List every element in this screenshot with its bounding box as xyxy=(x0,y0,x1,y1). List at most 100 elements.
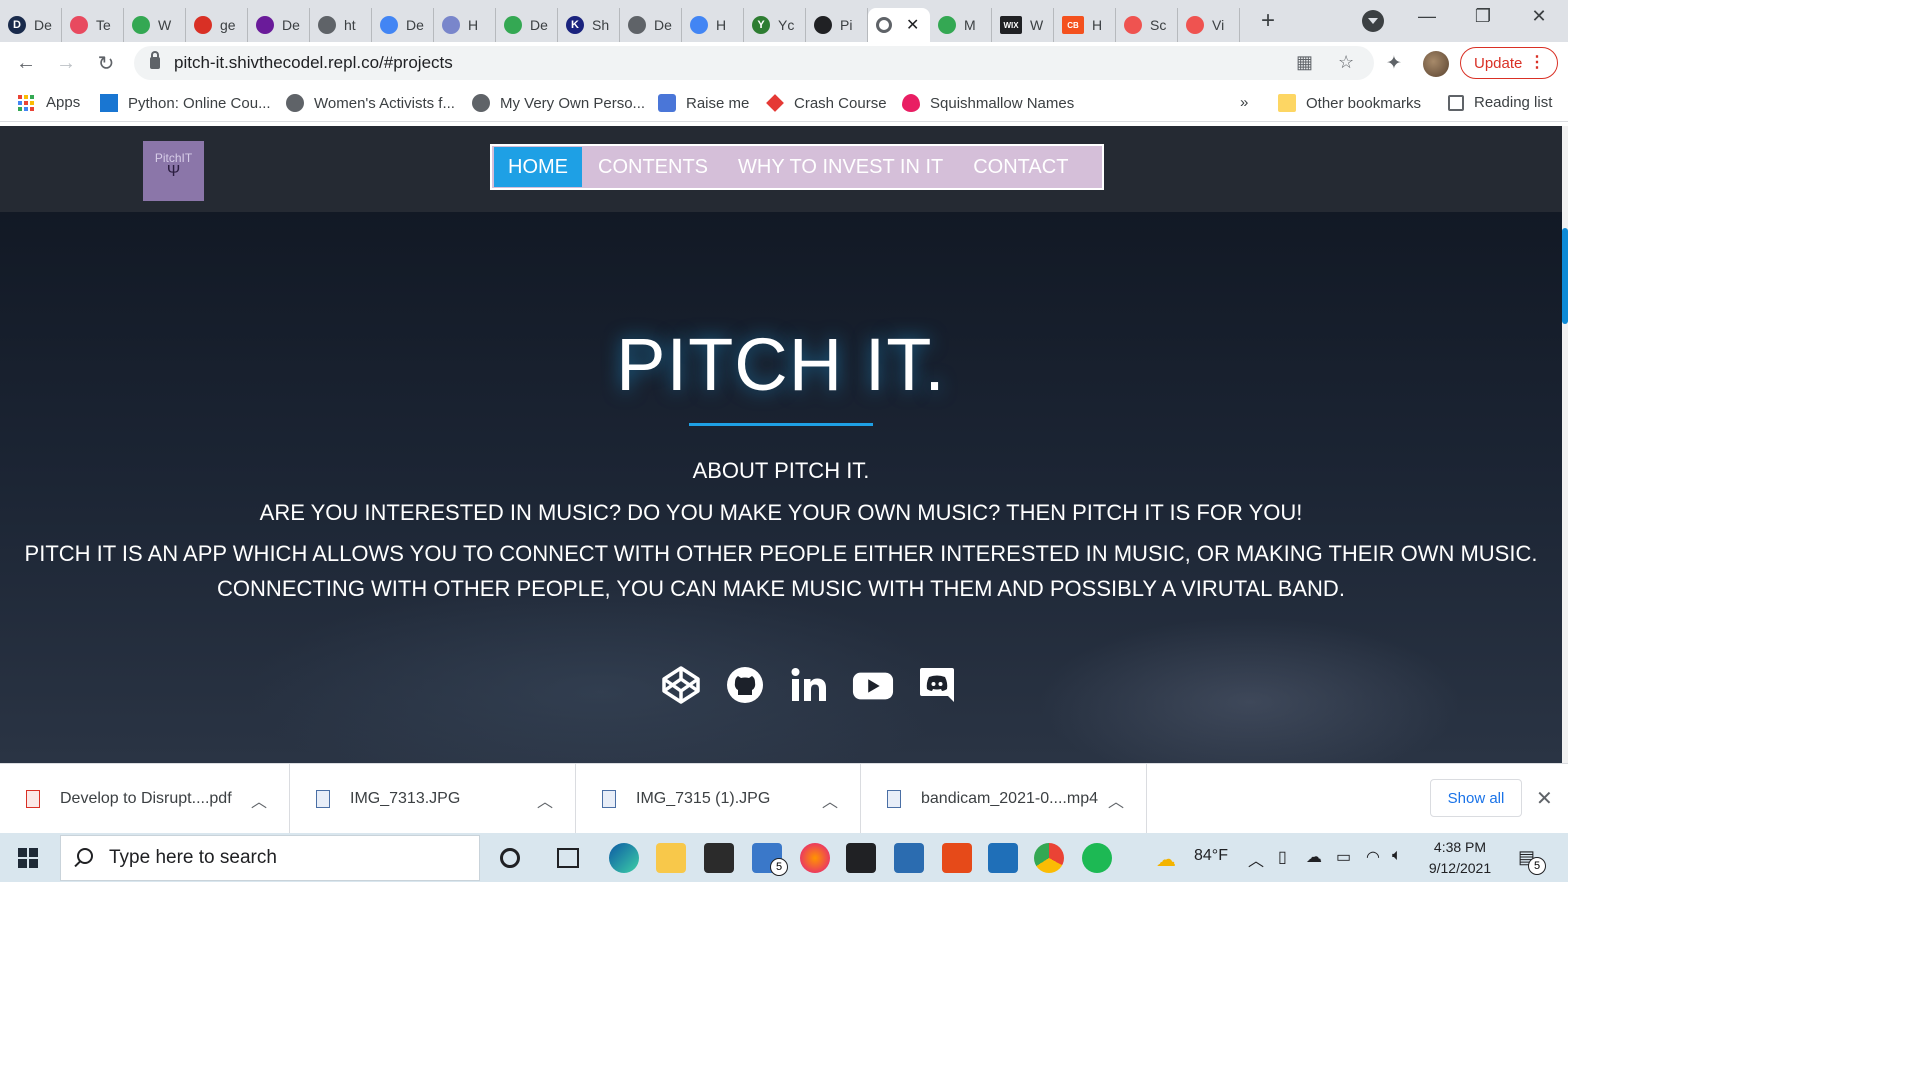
download-item-img-7313[interactable]: IMG_7313.JPG ︿ xyxy=(290,764,576,834)
office-icon[interactable] xyxy=(942,843,972,873)
minimize-button[interactable]: — xyxy=(1404,6,1450,27)
reading-list[interactable]: Reading list xyxy=(1448,94,1552,111)
taskbar-search-box[interactable]: Type here to search xyxy=(60,835,480,881)
close-tab-icon[interactable]: ✕ xyxy=(906,15,919,35)
address-bar[interactable]: pitch-it.shivthecodel.repl.co/#projects … xyxy=(134,46,1374,80)
dropbox-icon[interactable] xyxy=(846,843,876,873)
chevron-up-icon[interactable]: ︿ xyxy=(251,788,267,812)
download-item-video[interactable]: bandicam_2021-0....mp4 ︿ xyxy=(861,764,1147,834)
after-tab-3[interactable]: Sc xyxy=(1116,8,1178,42)
chevron-up-icon[interactable]: ︿ xyxy=(822,788,838,812)
tab-favicon-icon xyxy=(628,16,646,34)
bookmark-crash-course[interactable]: Crash Course xyxy=(766,94,887,112)
github-icon[interactable] xyxy=(724,664,766,706)
cortana-icon[interactable] xyxy=(500,848,520,868)
bookmarks-overflow[interactable]: » xyxy=(1240,94,1248,111)
download-filename: bandicam_2021-0....mp4 xyxy=(921,790,1098,807)
bookmark-my-very-own[interactable]: My Very Own Perso... xyxy=(472,94,645,112)
onedrive-icon[interactable]: ☁ xyxy=(1306,847,1322,867)
bookmark-star-icon[interactable]: ☆ xyxy=(1338,52,1354,73)
wifi-icon[interactable]: ◠ xyxy=(1366,847,1380,867)
after-tab-2[interactable]: CB H xyxy=(1054,8,1116,42)
device-icon[interactable]: ▯ xyxy=(1278,847,1287,867)
before-tab-9[interactable]: K Sh xyxy=(558,8,620,42)
photos-icon[interactable] xyxy=(988,843,1018,873)
scrollbar-thumb[interactable] xyxy=(1562,228,1568,324)
download-item-pdf[interactable]: Develop to Disrupt....pdf ︿ xyxy=(0,764,290,834)
nav-home[interactable]: HOME xyxy=(494,147,582,187)
before-tab-13[interactable]: Pi xyxy=(806,8,868,42)
show-all-button[interactable]: Show all xyxy=(1430,779,1522,817)
close-downloads-icon[interactable]: ✕ xyxy=(1536,786,1553,811)
volume-icon[interactable]: 🔈︎ xyxy=(1392,847,1402,865)
nav-why-invest[interactable]: WHY TO INVEST IN IT xyxy=(724,147,957,187)
after-tab-0[interactable]: M xyxy=(930,8,992,42)
weather-icon[interactable]: ☁ xyxy=(1156,847,1176,872)
youtube-icon[interactable] xyxy=(852,664,894,706)
chevron-up-icon[interactable]: ︿ xyxy=(1108,788,1124,812)
nav-contact[interactable]: CONTACT xyxy=(959,147,1082,187)
windows-start-icon[interactable] xyxy=(18,848,38,868)
before-tab-3[interactable]: ge xyxy=(186,8,248,42)
before-tab-4[interactable]: De xyxy=(248,8,310,42)
restore-button[interactable]: ❐ xyxy=(1460,6,1506,27)
after-tab-1[interactable]: WIX W xyxy=(992,8,1054,42)
discord-icon[interactable] xyxy=(916,664,958,706)
before-tab-11[interactable]: H xyxy=(682,8,744,42)
before-tab-0[interactable]: D De xyxy=(0,8,62,42)
tab-favicon-icon: D xyxy=(8,16,26,34)
tab-search-icon[interactable] xyxy=(1362,10,1384,32)
battery-icon[interactable]: ▭ xyxy=(1336,847,1351,867)
download-item-img-7315[interactable]: IMG_7315 (1).JPG ︿ xyxy=(576,764,861,834)
python-course-icon xyxy=(100,94,118,112)
before-tab-6[interactable]: De xyxy=(372,8,434,42)
new-tab-button[interactable]: + xyxy=(1250,3,1286,39)
chevron-up-icon[interactable]: ︿ xyxy=(537,788,553,812)
back-icon[interactable]: ← xyxy=(6,52,46,75)
download-filename: IMG_7315 (1).JPG xyxy=(636,790,771,807)
before-tab-12[interactable]: Y Yc xyxy=(744,8,806,42)
reading-list-label: Reading list xyxy=(1474,94,1553,111)
before-tab-1[interactable]: Te xyxy=(62,8,124,42)
reload-icon[interactable]: ↻ xyxy=(86,51,126,76)
other-bookmarks[interactable]: Other bookmarks xyxy=(1278,94,1421,112)
forward-icon[interactable]: → xyxy=(46,52,86,75)
site-logo[interactable]: PitchIT Ψ xyxy=(143,141,204,201)
task-view-icon[interactable] xyxy=(557,848,579,868)
file-explorer-icon[interactable] xyxy=(656,843,686,873)
store-icon[interactable] xyxy=(704,843,734,873)
profile-avatar[interactable] xyxy=(1423,51,1449,77)
active-tab[interactable]: ✕ xyxy=(868,8,930,42)
pdf-file-icon xyxy=(26,790,40,808)
weather-temp[interactable]: 84°F xyxy=(1194,847,1228,865)
bookmark-squishmallow[interactable]: Squishmallow Names xyxy=(902,94,1074,112)
before-tab-8[interactable]: De xyxy=(496,8,558,42)
before-tab-5[interactable]: ht xyxy=(310,8,372,42)
after-tab-4[interactable]: Vi xyxy=(1178,8,1240,42)
before-tab-7[interactable]: H xyxy=(434,8,496,42)
close-window-button[interactable]: ✕ xyxy=(1516,6,1562,27)
edge-icon[interactable] xyxy=(609,843,639,873)
amazon-icon[interactable] xyxy=(894,843,924,873)
extensions-puzzle-icon[interactable]: ✦ xyxy=(1386,52,1402,75)
chrome-icon[interactable] xyxy=(1034,843,1064,873)
tray-chevron-icon[interactable]: ︿ xyxy=(1248,847,1264,871)
menu-dots-icon[interactable]: ⋮ xyxy=(1529,52,1545,72)
bookmark-label: Crash Course xyxy=(794,94,887,112)
firefox-icon[interactable] xyxy=(800,843,830,873)
page-scrollbar[interactable] xyxy=(1562,126,1568,763)
update-button[interactable]: Update ⋮ xyxy=(1460,47,1558,79)
qr-code-icon[interactable]: ▦ xyxy=(1296,52,1313,73)
nav-contents[interactable]: CONTENTS xyxy=(584,147,722,187)
before-tab-2[interactable]: W xyxy=(124,8,186,42)
taskbar-clock[interactable]: 4:38 PM 9/12/2021 xyxy=(1420,837,1500,879)
before-tab-10[interactable]: De xyxy=(620,8,682,42)
codepen-icon[interactable] xyxy=(660,664,702,706)
linkedin-icon[interactable] xyxy=(788,664,830,706)
bookmark-womens-activists[interactable]: Women's Activists f... xyxy=(286,94,455,112)
bookmark-python-course[interactable]: Python: Online Cou... xyxy=(100,94,271,112)
tab-favicon-icon xyxy=(504,16,522,34)
bookmark-apps[interactable]: Apps xyxy=(18,94,80,111)
bookmark-raise-me[interactable]: Raise me xyxy=(658,94,749,112)
spotify-icon[interactable] xyxy=(1082,843,1112,873)
